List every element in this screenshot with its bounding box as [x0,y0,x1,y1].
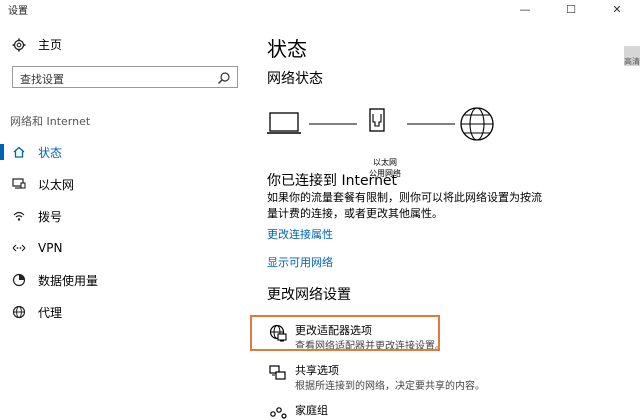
dialup-icon [12,209,26,223]
vpn-icon [12,241,26,255]
option-sharing[interactable]: 共享选项 根据所连接到的网络，决定要共享的内容。 [267,358,597,394]
globe-icon [460,107,494,141]
section-label: 网络和 Internet [10,115,91,128]
home-status-icon [12,145,26,159]
laptop-icon [267,112,301,134]
minimize-button[interactable]: — [502,0,548,18]
window-controls: — ☐ ✕ [502,0,640,18]
sidebar-nav: 状态 以太网 拨号 VPN 数据使用量 代理 [0,136,250,328]
sidebar-home[interactable]: 主页 [12,36,62,53]
change-settings-heading: 更改网络设置 [267,287,351,303]
change-properties-link[interactable]: 更改连接属性 [267,226,333,242]
adapter-option-highlight [250,315,440,351]
page-title: 状态 [267,37,307,61]
sidebar-item-label: 以太网 [38,177,75,192]
sidebar-item-status[interactable]: 状态 [0,136,250,168]
sidebar-item-ethernet[interactable]: 以太网 [0,168,250,200]
gear-icon [12,38,26,52]
sharing-icon [269,364,287,382]
sidebar-item-label: 拨号 [38,209,63,224]
background-window-text: 高清 [624,57,640,66]
sidebar-item-label: VPN [38,241,63,255]
search-input[interactable]: 查找设置 [12,66,238,88]
main-content: 状态 网络状态 以太网 公用网络 你已连接到 Internet 如果你的流量套餐… [250,18,617,420]
sidebar-item-proxy[interactable]: 代理 [0,296,250,328]
sidebar-home-label: 主页 [38,38,63,52]
close-button[interactable]: ✕ [594,0,640,18]
sidebar-item-label: 状态 [38,145,63,160]
active-indicator [0,144,4,160]
sidebar-item-label: 代理 [38,305,63,320]
search-placeholder: 查找设置 [20,73,64,86]
proxy-icon [12,305,26,319]
sidebar-item-label: 数据使用量 [38,273,99,288]
connected-heading: 你已连接到 Internet [267,173,398,189]
sidebar-item-data-usage[interactable]: 数据使用量 [0,264,250,296]
title-bar: 设置 — ☐ ✕ [0,0,640,18]
data-usage-icon [12,273,26,287]
window-title: 设置 [8,6,28,17]
option-subtitle: 根据所连接到的网络，决定要共享的内容。 [295,381,485,392]
ethernet-icon [12,177,26,191]
option-title: 家庭组 [295,404,328,417]
homegroup-icon [269,404,287,420]
ethernet-label-name: 以太网 [373,158,397,167]
show-networks-link[interactable]: 显示可用网络 [267,254,333,270]
connected-description: 如果你的流量套餐有限制，则你可以将此网络设置为按流量计费的连接，或者更改其他属性… [267,191,542,220]
option-title: 共享选项 [295,364,339,377]
sidebar: 主页 查找设置 网络和 Internet 状态 以太网 拨号 VPN 数据使用量… [0,18,250,420]
ethernet-port-icon [369,108,385,132]
sidebar-item-vpn[interactable]: VPN [0,232,250,264]
maximize-button[interactable]: ☐ [548,0,594,18]
network-status-heading: 网络状态 [267,71,323,87]
sidebar-item-dialup[interactable]: 拨号 [0,200,250,232]
search-icon[interactable] [217,70,231,84]
option-homegroup[interactable]: 家庭组 [267,398,597,420]
